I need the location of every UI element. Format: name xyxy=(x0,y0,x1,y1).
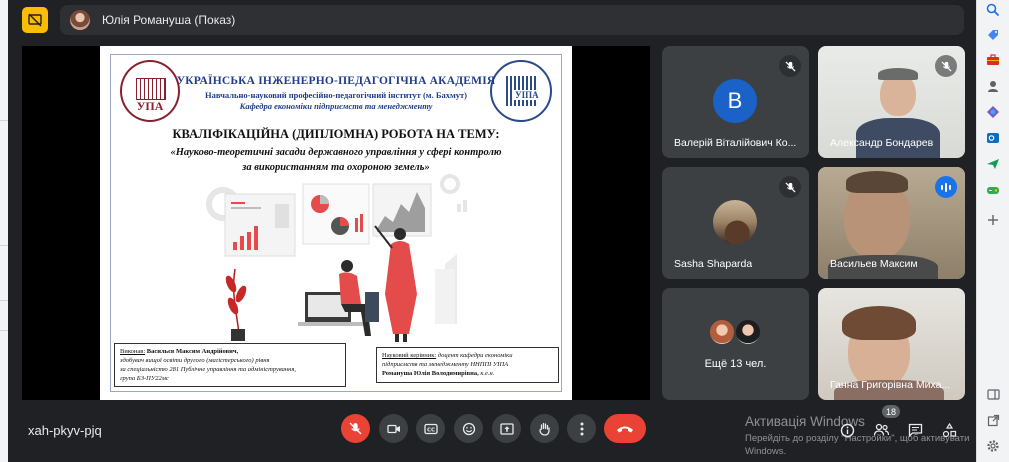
send-icon[interactable] xyxy=(983,154,1003,174)
present-off-icon xyxy=(28,13,42,27)
captions-button[interactable]: CC xyxy=(416,414,445,443)
mic-off-icon xyxy=(935,55,957,77)
slide-department-name: Кафедра економіки підприємств та менеджм… xyxy=(239,101,433,111)
slide-institute-name: Навчально-науковий професійно-педагогічн… xyxy=(204,90,468,100)
emoji-icon xyxy=(462,422,475,435)
add-icon[interactable] xyxy=(983,210,1003,230)
stop-presenting-button[interactable] xyxy=(22,7,48,33)
people-icon xyxy=(873,423,889,436)
more-options-button[interactable] xyxy=(567,414,596,443)
more-participants-label: Ещё 13 чел. xyxy=(704,358,767,370)
toolbox-icon[interactable] xyxy=(983,50,1003,70)
svg-text:CC: CC xyxy=(426,427,434,433)
more-participants-tile[interactable]: Ещё 13 чел. xyxy=(662,288,809,400)
participant-name: Sasha Shaparda xyxy=(674,258,753,270)
info-icon xyxy=(840,423,854,437)
participant-avatar: В xyxy=(713,79,757,123)
people-button[interactable] xyxy=(870,419,892,441)
raise-hand-button[interactable] xyxy=(530,414,559,443)
slide-topic-line-1: «Науково-теоретичні засади державного уп… xyxy=(170,147,502,158)
participant-tile-speaking[interactable]: Васильев Максим xyxy=(818,167,965,279)
windows-activation-hint-end: Windows. xyxy=(745,446,787,457)
activities-shapes-icon xyxy=(942,422,956,437)
participant-name: Александр Бондарев xyxy=(830,137,934,149)
meeting-code: xah-pkyv-pjq xyxy=(28,423,102,438)
presented-slide: УПА УІПА УКРАЇНСЬКА ІНЖЕНЕРНО-ПЕДАГОГІЧН… xyxy=(100,46,572,400)
camera-icon xyxy=(386,424,400,433)
participant-name: Валерій Віталійович Ко... xyxy=(674,137,797,149)
raise-hand-icon xyxy=(539,422,550,436)
slide-academy-name: УКРАЇНСЬКА ІНЖЕНЕРНО-ПЕДАГОГІЧНА АКАДЕМІ… xyxy=(176,75,496,87)
present-screen-icon xyxy=(499,422,514,435)
reactions-button[interactable] xyxy=(454,414,483,443)
participant-tile[interactable]: Ганна Григорівна Миха... xyxy=(818,288,965,400)
presentation-stage[interactable]: УПА УІПА УКРАЇНСЬКА ІНЖЕНЕРНО-ПЕДАГОГІЧН… xyxy=(22,46,650,400)
supervisor-info-box: Науковий керівник: доцент кафедри економ… xyxy=(376,347,559,383)
slide-title: КВАЛІФІКАЦІЙНА (ДИПЛОМНА) РОБОТА НА ТЕМУ… xyxy=(172,127,500,141)
mic-off-icon xyxy=(779,176,801,198)
slide-topic-line-2: за використанням та охороною земель» xyxy=(242,162,430,173)
participant-avatar xyxy=(713,200,757,244)
microphone-toggle-button[interactable] xyxy=(341,414,370,443)
participant-tile[interactable]: В Валерій Віталійович Ко... xyxy=(662,46,809,158)
sidebar-toggle-icon[interactable] xyxy=(983,384,1003,404)
participant-tile[interactable]: Александр Бондарев xyxy=(818,46,965,158)
presenter-banner[interactable]: Юлія Романуша (Показ) xyxy=(60,5,964,35)
meeting-details-button[interactable] xyxy=(836,419,858,441)
speaking-indicator-icon xyxy=(935,176,957,198)
mic-off-icon xyxy=(349,422,362,435)
hang-up-icon xyxy=(617,426,633,432)
presenter-name: Юлія Романуша (Показ) xyxy=(102,13,236,27)
background-window-edge xyxy=(0,0,8,462)
participant-name: Ганна Григорівна Миха... xyxy=(830,379,951,391)
external-link-icon[interactable] xyxy=(983,410,1003,430)
mic-off-icon xyxy=(779,55,801,77)
closed-captions-icon: CC xyxy=(423,423,438,434)
games-icon[interactable] xyxy=(983,180,1003,200)
present-screen-button[interactable] xyxy=(492,414,521,443)
settings-gear-icon[interactable] xyxy=(983,436,1003,456)
leave-call-button[interactable] xyxy=(604,414,646,443)
participant-name: Васильев Максим xyxy=(830,258,918,270)
copilot-icon[interactable] xyxy=(983,102,1003,122)
presenter-avatar xyxy=(70,10,90,30)
search-icon[interactable] xyxy=(983,0,1003,20)
tag-icon[interactable] xyxy=(983,25,1003,45)
outlook-icon[interactable] xyxy=(983,128,1003,148)
more-vertical-icon xyxy=(580,422,583,435)
chat-button[interactable] xyxy=(904,419,926,441)
activities-button[interactable] xyxy=(938,419,960,441)
camera-toggle-button[interactable] xyxy=(379,414,408,443)
participant-tile[interactable]: Sasha Shaparda xyxy=(662,167,809,279)
participant-avatar-group xyxy=(706,318,766,348)
participant-count-badge: 18 xyxy=(882,405,900,418)
browser-side-panel xyxy=(976,0,1009,462)
person-icon[interactable] xyxy=(983,76,1003,96)
analytics-illustration xyxy=(206,174,467,342)
chat-icon xyxy=(908,423,922,437)
author-info-box: Виконав: Васильєв Максим Андрійович, здо… xyxy=(114,343,346,387)
